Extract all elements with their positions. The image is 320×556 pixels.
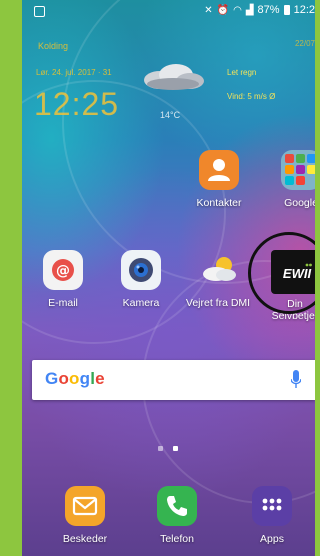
app-vejret[interactable]: Vejret fra DMI bbox=[183, 250, 253, 309]
google-logo-letter: o bbox=[69, 369, 80, 388]
google-logo-letter: o bbox=[58, 369, 70, 388]
google-logo-letter: e bbox=[95, 369, 105, 388]
app-label: Vejret fra DMI bbox=[185, 297, 251, 309]
widget-time[interactable]: 12:25 bbox=[34, 86, 119, 123]
rain-cloud-icon bbox=[144, 64, 204, 90]
google-logo-letter: G bbox=[45, 369, 59, 388]
mute-icon: ✕ bbox=[204, 4, 213, 16]
widget-city: Kolding bbox=[38, 41, 69, 51]
signal-icon: ▟ bbox=[245, 4, 254, 16]
app-label: Google bbox=[284, 197, 315, 209]
page-dot-active bbox=[173, 446, 178, 451]
page-indicator[interactable] bbox=[158, 446, 178, 451]
app-kamera[interactable]: Kamera bbox=[106, 250, 176, 309]
widget-date: Lør. 24. jul. 2017 · 31 bbox=[36, 68, 112, 77]
app-label: Beskeder bbox=[62, 533, 108, 545]
email-icon: @ bbox=[43, 250, 83, 290]
app-label: Kontakter bbox=[196, 197, 242, 209]
dock: Beskeder Telefon Apps bbox=[22, 480, 315, 556]
microphone-icon[interactable] bbox=[291, 370, 301, 390]
app-label: Telefon bbox=[160, 533, 194, 545]
google-logo: Google bbox=[45, 369, 105, 389]
app-label: Apps bbox=[260, 533, 284, 545]
widget-wind: Vind: 5 m/s Ø bbox=[227, 92, 276, 101]
notification-icon bbox=[34, 6, 45, 17]
weather-icon bbox=[198, 250, 238, 290]
svg-text:@: @ bbox=[56, 263, 70, 279]
google-search-bar[interactable]: Google bbox=[32, 360, 315, 400]
app-label: E-mail bbox=[48, 297, 78, 309]
google-folder-icon bbox=[281, 150, 315, 190]
app-kontakter[interactable]: Kontakter bbox=[184, 150, 254, 209]
app-label: Kamera bbox=[122, 297, 160, 309]
messages-icon bbox=[65, 486, 105, 526]
app-beskeder[interactable]: Beskeder bbox=[50, 486, 120, 545]
widget-updated: 22/07 bbox=[294, 39, 315, 48]
battery-percentage: 87% bbox=[257, 4, 280, 16]
status-time: 12:2 bbox=[293, 4, 315, 16]
home-screen: ✕ ⏰ ◠ ▟ 87% 12:2 Kolding 22/07 Lør. 24. … bbox=[22, 0, 315, 556]
apps-grid-icon bbox=[252, 486, 292, 526]
app-google-folder[interactable]: Google bbox=[266, 150, 315, 209]
camera-icon bbox=[121, 250, 161, 290]
widget-temperature: 14°C bbox=[160, 110, 181, 120]
alarm-icon: ⏰ bbox=[216, 4, 230, 16]
battery-icon bbox=[283, 5, 290, 15]
clock-weather-widget[interactable]: Kolding 22/07 Lør. 24. jul. 2017 · 31 12… bbox=[32, 36, 315, 126]
wifi-icon: ◠ bbox=[233, 4, 242, 16]
phone-icon bbox=[157, 486, 197, 526]
page-dot bbox=[158, 446, 163, 451]
widget-weather: Let regn bbox=[227, 68, 257, 77]
app-email[interactable]: @ E-mail bbox=[28, 250, 98, 309]
contacts-icon bbox=[199, 150, 239, 190]
status-bar[interactable]: ✕ ⏰ ◠ ▟ 87% 12:2 bbox=[22, 0, 315, 22]
google-logo-letter: g bbox=[79, 369, 91, 388]
app-telefon[interactable]: Telefon bbox=[142, 486, 212, 545]
app-drawer-button[interactable]: Apps bbox=[237, 486, 307, 545]
